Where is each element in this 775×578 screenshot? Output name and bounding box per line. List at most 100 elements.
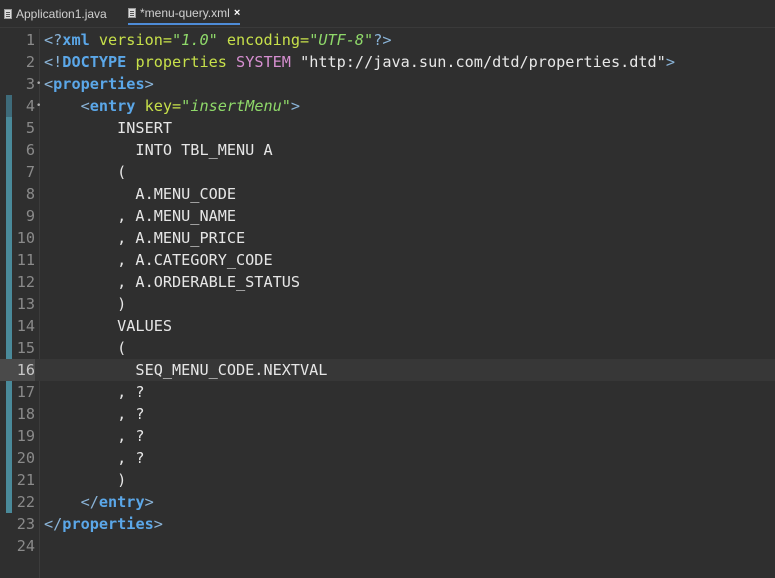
line-number: 6 <box>25 141 35 159</box>
code-text: <properties> <box>44 73 154 95</box>
code-line-13[interactable]: 13 ) <box>0 293 775 315</box>
tab-application1-java[interactable]: Application1.java <box>4 3 107 25</box>
code-line-16[interactable]: 16 SEQ_MENU_CODE.NEXTVAL <box>0 359 775 381</box>
code-line-20[interactable]: 20 , ? <box>0 447 775 469</box>
line-number: 4 <box>25 97 35 115</box>
code-token: </ <box>80 493 99 511</box>
code-token: , A.CATEGORY_CODE <box>44 251 273 269</box>
code-token: INTO TBL_MENU A <box>44 141 273 159</box>
code-line-18[interactable]: 18 , ? <box>0 403 775 425</box>
code-line-23[interactable]: 23 </properties> <box>0 513 775 535</box>
line-number: 21 <box>16 471 35 489</box>
line-number: 19 <box>16 427 35 445</box>
code-text: VALUES <box>44 315 172 337</box>
code-line-9[interactable]: 9 , A.MENU_NAME <box>0 205 775 227</box>
code-token: > <box>290 97 301 115</box>
fold-toggle-icon[interactable]: • <box>36 73 42 95</box>
code-token: entry <box>89 97 136 115</box>
line-number: 17 <box>16 383 35 401</box>
line-number: 11 <box>16 251 35 269</box>
code-token: <! <box>44 53 63 71</box>
code-line-15[interactable]: 15 ( <box>0 337 775 359</box>
code-token: "insertMenu" <box>181 97 291 115</box>
code-line-19[interactable]: 19 , ? <box>0 425 775 447</box>
code-text: , ? <box>44 425 145 447</box>
line-number: 24 <box>16 537 35 555</box>
code-line-10[interactable]: 10 , A.MENU_PRICE <box>0 227 775 249</box>
fold-toggle-icon[interactable]: • <box>36 95 42 117</box>
code-line-3[interactable]: 3 • <properties> <box>0 73 775 95</box>
code-text: </properties> <box>44 513 163 535</box>
code-line-14[interactable]: 14 VALUES <box>0 315 775 337</box>
code-line-24[interactable]: 24 <box>0 535 775 557</box>
line-number: 18 <box>16 405 35 423</box>
line-number: 1 <box>25 31 35 49</box>
java-file-icon <box>4 9 12 19</box>
code-token: entry <box>98 493 145 511</box>
code-token: > <box>665 53 675 71</box>
code-token: , ? <box>44 405 145 423</box>
code-text: , ? <box>44 381 145 403</box>
code-token: encoding= <box>217 31 310 49</box>
code-token: DOCTYPE <box>62 53 127 71</box>
code-token: "UTF-8" <box>309 31 374 49</box>
code-text: ) <box>44 469 126 491</box>
code-editor[interactable]: 1 <?xml version="1.0" encoding="UTF-8"?> 2… <box>0 29 775 578</box>
code-text: <!DOCTYPE properties SYSTEM "http://java… <box>44 51 675 73</box>
code-token: ) <box>44 471 127 489</box>
code-token: <? <box>44 31 63 49</box>
code-line-17[interactable]: 17 , ? <box>0 381 775 403</box>
code-token: "http://java.sun.com/dtd/properties.dtd" <box>290 53 666 71</box>
code-line-22[interactable]: 22 </entry> <box>0 491 775 513</box>
code-line-21[interactable]: 21 ) <box>0 469 775 491</box>
code-token: < <box>80 97 90 115</box>
line-number: 8 <box>25 185 35 203</box>
code-line-11[interactable]: 11 , A.CATEGORY_CODE <box>0 249 775 271</box>
code-line-12[interactable]: 12 , A.ORDERABLE_STATUS <box>0 271 775 293</box>
code-text: , ? <box>44 403 145 425</box>
close-icon[interactable]: × <box>234 7 240 19</box>
tab-menu-query-xml[interactable]: *menu-query.xml × <box>128 3 241 25</box>
code-token: , ? <box>44 427 145 445</box>
code-text: INSERT <box>44 117 172 139</box>
line-number: 22 <box>16 493 35 511</box>
code-token: , ? <box>44 383 145 401</box>
code-token: xml <box>62 31 90 49</box>
code-line-8[interactable]: 8 A.MENU_CODE <box>0 183 775 205</box>
code-text: , A.CATEGORY_CODE <box>44 249 273 271</box>
code-token: > <box>144 75 154 93</box>
line-number: 20 <box>16 449 35 467</box>
code-token: properties <box>62 515 154 533</box>
code-token: properties <box>126 53 227 71</box>
code-text: , A.MENU_PRICE <box>44 227 245 249</box>
code-token: version= <box>89 31 173 49</box>
xml-file-icon <box>128 8 136 18</box>
code-text: INTO TBL_MENU A <box>44 139 273 161</box>
code-text: </entry> <box>44 491 154 513</box>
code-token: properties <box>53 75 145 93</box>
code-line-7[interactable]: 7 ( <box>0 161 775 183</box>
code-token: ( <box>44 163 127 181</box>
code-line-4[interactable]: 4 • <entry key="insertMenu"> <box>0 95 775 117</box>
line-number: 13 <box>16 295 35 313</box>
code-token: , A.ORDERABLE_STATUS <box>44 273 301 291</box>
line-number: 10 <box>16 229 35 247</box>
code-line-6[interactable]: 6 INTO TBL_MENU A <box>0 139 775 161</box>
code-line-1[interactable]: 1 <?xml version="1.0" encoding="UTF-8"?> <box>0 29 775 51</box>
tab-label: *menu-query.xml <box>140 6 230 20</box>
line-number: 15 <box>16 339 35 357</box>
line-number: 23 <box>16 515 35 533</box>
code-text: , A.ORDERABLE_STATUS <box>44 271 300 293</box>
code-token: VALUES <box>44 317 173 335</box>
editor-tab-bar: Application1.java *menu-query.xml × <box>0 0 775 28</box>
code-text: ( <box>44 337 126 359</box>
code-line-2[interactable]: 2 <!DOCTYPE properties SYSTEM "http://jav… <box>0 51 775 73</box>
code-text: A.MENU_CODE <box>44 183 236 205</box>
code-token: SYSTEM <box>226 53 291 71</box>
line-number: 2 <box>25 53 35 71</box>
code-line-5[interactable]: 5 INSERT <box>0 117 775 139</box>
code-token: , ? <box>44 449 145 467</box>
code-token: INSERT <box>44 119 173 137</box>
code-token: key= <box>135 97 182 115</box>
